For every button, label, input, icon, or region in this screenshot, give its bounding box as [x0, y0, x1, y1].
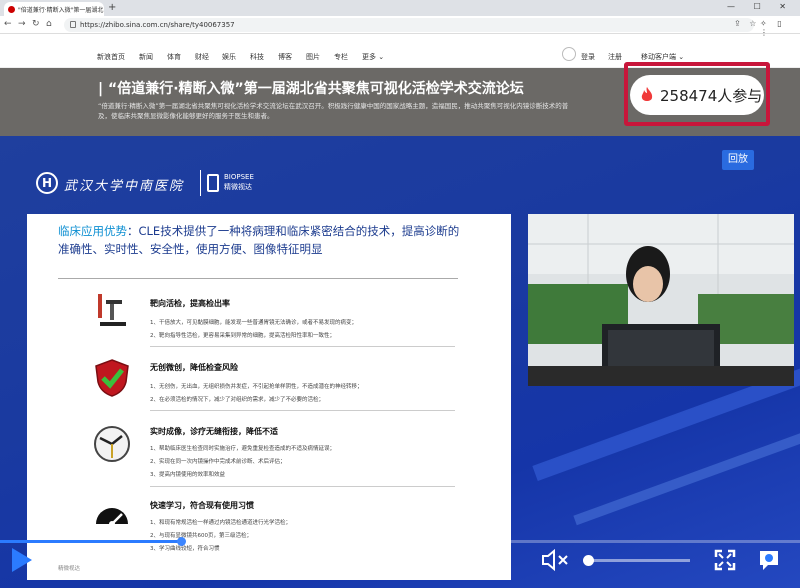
biopsee-en: BIOPSEE [224, 173, 254, 181]
item-line: 2、靶向指导性活检，更容易采集到异常的细胞，提高活检阳性率和一致性； [150, 333, 336, 339]
tab-title: "倍道兼行·精断入微"第一届湖北... [18, 6, 104, 14]
forward-icon[interactable]: → [18, 19, 26, 29]
item-separator [150, 346, 455, 347]
slide-divider [58, 278, 458, 279]
biopsee-logo-icon [207, 174, 219, 192]
item-separator [150, 486, 455, 487]
url-action-icons[interactable]: ⇪ ☆ [734, 19, 759, 28]
speedometer-icon [96, 508, 128, 527]
item-separator [150, 410, 455, 411]
sina-favicon-icon [8, 5, 15, 13]
biopsee-logo-text: BIOPSEE 精微视达 [224, 172, 254, 192]
participant-count: 258474人参与 [660, 86, 763, 105]
hospital-logo-text: 武汉大学中南医院 [64, 179, 185, 194]
register-link[interactable]: 注册 [608, 52, 622, 62]
slide-footer: 精微视达 [58, 566, 81, 572]
url-input[interactable]: https://zhibo.sina.com.cn/share/ty400673… [64, 18, 754, 32]
biopsee-cn: 精微视达 [224, 183, 252, 191]
window-controls[interactable]: — ☐ ✕ [727, 2, 794, 11]
playback-time: 23:08 / 01:42:14 [64, 552, 156, 565]
lock-icon[interactable] [70, 21, 76, 28]
login-link[interactable]: 登录 [581, 52, 595, 62]
speaker-camera-feed [528, 214, 794, 386]
item-title: 快速学习，符合现有使用习惯 [150, 501, 254, 510]
nav-item-column[interactable]: 专栏 [334, 52, 348, 62]
item-title: 实时成像，诊疗无缝衔接，降低不适 [150, 427, 278, 436]
item-line: 1、帮助临床医生检查同时实施治疗，避免重复检查造成的不适及病情延误； [150, 446, 336, 452]
nav-item-more[interactable]: 更多 ⌄ [362, 52, 384, 62]
microscope-icon [98, 294, 126, 326]
new-tab-button[interactable]: + [108, 2, 116, 14]
home-icon[interactable]: ⌂ [46, 19, 52, 29]
page-description: “倍道兼行·精断入微”第一届湖北省共聚焦可视化活检学术交流论坛在武汉召开。积极践… [98, 102, 569, 120]
nav-item-finance[interactable]: 财经 [195, 52, 209, 62]
danmaku-toggle-icon[interactable] [756, 547, 782, 573]
browser-menu-icons[interactable]: ✧ ▯ ⋮ [760, 19, 800, 37]
item-title: 无创微创，降低检查风险 [150, 363, 238, 372]
item-line: 2、实现在同一次内镜操作中完成术前诊断、术后评估； [150, 459, 286, 465]
slide-heading: 临床应用优势：CLE技术提供了一种将病理和临床紧密结合的技术，提高诊断的准确性、… [58, 222, 468, 258]
item-title: 靶向活检，提高检出率 [150, 299, 230, 308]
hospital-logo-icon: H [36, 172, 58, 194]
tab-bar [0, 0, 800, 16]
volume-slider[interactable] [586, 559, 690, 562]
volume-handle[interactable] [583, 555, 594, 566]
item-line: 2、在必须活检的情况下，减少了对组织的需求，减少了不必要的活检； [150, 397, 325, 403]
nav-item-home[interactable]: 新浪首页 [97, 52, 125, 62]
mobile-client-link[interactable]: 移动客户端 ⌄ [641, 52, 684, 62]
item-line: 3、提高内镜使用的效率和效益 [150, 472, 226, 478]
quality-button[interactable]: 超清 [486, 552, 508, 568]
mute-icon[interactable] [540, 548, 570, 572]
item-line: 1、干倍放大，可见黏膜细胞，能发现一些普通胃镜无法确诊，或者不易发现的病变； [150, 320, 358, 326]
play-icon[interactable] [12, 548, 32, 572]
nav-item-ent[interactable]: 娱乐 [222, 52, 236, 62]
nav-item-sports[interactable]: 体育 [167, 52, 181, 62]
nav-item-tech[interactable]: 科技 [250, 52, 264, 62]
clock-icon [94, 426, 130, 462]
user-avatar-icon[interactable] [562, 47, 576, 61]
item-line: 2、与现有显微镜共600页，第三级活检； [150, 533, 252, 539]
participant-count-badge: 258474人参与 [630, 75, 764, 115]
page-title: | “倍道兼行·精断入微”第一届湖北省共聚焦可视化活检学术交流论坛 [98, 81, 524, 97]
back-icon[interactable]: ← [4, 19, 12, 29]
item-line: 1、无创伤，无出血，无组织损伤并发症，不引起抢单样阴性，不造成潜在的神经转移； [150, 384, 363, 390]
nav-item-photo[interactable]: 图片 [306, 52, 320, 62]
browser-tab[interactable]: "倍道兼行·精断入微"第一届湖北... × [4, 2, 104, 16]
fullscreen-icon[interactable] [714, 549, 736, 571]
item-line: 3、学习曲线较短，符合习惯 [150, 546, 220, 552]
reload-icon[interactable]: ↻ [32, 19, 40, 29]
nav-item-news[interactable]: 新闻 [139, 52, 153, 62]
nav-item-blog[interactable]: 博客 [278, 52, 292, 62]
item-line: 1、和现有常规活检一样通过内镜活检通道进行光学活检； [150, 520, 292, 526]
progress-fill [0, 540, 181, 543]
shield-check-icon [95, 359, 129, 397]
progress-handle[interactable] [176, 537, 186, 546]
replay-badge: 回放 [722, 150, 754, 170]
flame-icon [641, 87, 653, 101]
logo-divider [200, 170, 201, 196]
slide-heading-highlight: 临床应用优势 [58, 224, 127, 238]
